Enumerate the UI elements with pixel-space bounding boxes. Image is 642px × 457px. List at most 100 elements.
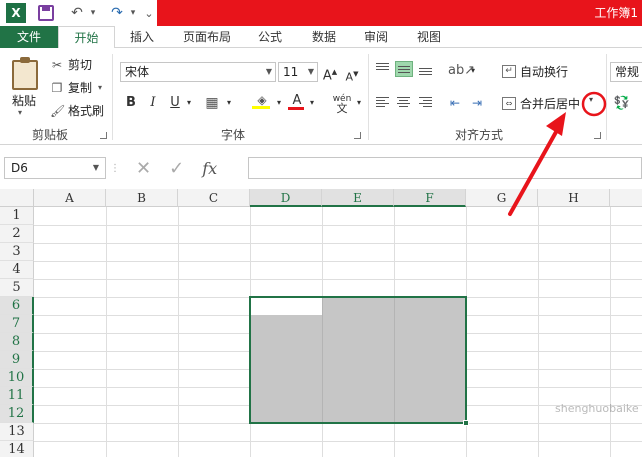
tab-review[interactable]: 审阅 [358, 26, 394, 48]
bold-button[interactable]: B [124, 94, 138, 112]
undo-dropdown-icon[interactable]: ▾ [88, 3, 98, 23]
format-painter-button[interactable]: 🖌 格式刷 [50, 102, 104, 119]
font-color-button[interactable]: A [288, 94, 306, 112]
insert-function-icon[interactable]: fx [202, 159, 217, 178]
enter-icon[interactable]: ✓ [169, 158, 184, 179]
row-header-14[interactable]: 14 [0, 441, 34, 457]
row-header-1[interactable]: 1 [0, 207, 34, 225]
row-header-3[interactable]: 3 [0, 243, 34, 261]
tab-insert[interactable]: 插入 [122, 26, 162, 48]
font-name-select[interactable]: 宋体 ▼ [120, 62, 276, 82]
column-header-e[interactable]: E [322, 189, 394, 207]
align-center-icon[interactable] [395, 95, 413, 111]
tab-home[interactable]: 开始 [58, 26, 115, 49]
phonetic-dropdown-icon[interactable]: ▾ [354, 94, 364, 112]
tab-file[interactable]: 文件 [0, 26, 58, 48]
underline-button[interactable]: U [168, 94, 182, 112]
accounting-format-icon[interactable]: 💱 [612, 95, 632, 113]
paste-dropdown-icon[interactable]: ▾ [18, 108, 22, 117]
redo-icon[interactable]: ↷ [108, 3, 126, 23]
align-middle-icon[interactable] [395, 61, 413, 77]
fill-color-dropdown-icon[interactable]: ▾ [274, 94, 284, 112]
align-left-icon[interactable] [374, 95, 392, 111]
row-header-6[interactable]: 6 [0, 297, 34, 315]
decrease-indent-icon[interactable]: ⇤ [446, 94, 464, 112]
tab-data[interactable]: 数据 [306, 26, 342, 48]
wrap-text-button[interactable]: ↵ 自动换行 [502, 63, 568, 80]
chevron-down-icon[interactable]: ▼ [93, 158, 99, 178]
title-bar: X ↶ ▾ ↷ ▾ ⌄ 工作簿1 [0, 0, 642, 26]
cut-button[interactable]: ✂ 剪切 [50, 56, 92, 73]
orientation-dropdown-icon[interactable]: ▾ [468, 62, 478, 80]
copy-icon: ❐ [51, 80, 63, 95]
row-header-7[interactable]: 7 [0, 315, 34, 333]
save-icon[interactable] [38, 5, 54, 21]
fill-handle[interactable] [463, 420, 469, 426]
row-header-2[interactable]: 2 [0, 225, 34, 243]
merge-cells-icon: ⇔ [502, 97, 516, 110]
formula-bar: D6 ▼ ⋮ ✕ ✓ fx [0, 152, 642, 182]
font-color-dropdown-icon[interactable]: ▾ [307, 94, 317, 112]
worksheet-grid[interactable]: A B C D E F G H 1 2 3 4 5 6 7 8 9 10 11 … [0, 189, 642, 457]
ribbon: 粘贴 ▾ ✂ 剪切 ❐ 复制 ▾ 🖌 格式刷 剪贴板 宋体 ▼ 11 ▼ A▲ A▼ B I… [0, 48, 642, 145]
row-header-4[interactable]: 4 [0, 261, 34, 279]
font-launcher-icon[interactable] [354, 132, 361, 139]
column-header-partial[interactable] [610, 189, 642, 207]
name-box[interactable]: D6 ▼ [4, 157, 106, 179]
merge-center-button[interactable]: ⇔ 合并后居中 [502, 95, 580, 112]
row-header-11[interactable]: 11 [0, 387, 34, 405]
gridline [34, 243, 642, 244]
select-all-corner[interactable] [0, 189, 34, 207]
column-header-d[interactable]: D [250, 189, 322, 207]
number-format-select[interactable]: 常规 [610, 62, 642, 82]
align-top-icon[interactable] [374, 61, 392, 77]
column-header-h[interactable]: H [538, 189, 610, 207]
watermark: shenghuobaike [555, 402, 639, 415]
tab-page-layout[interactable]: 页面布局 [178, 26, 236, 48]
alignment-launcher-icon[interactable] [594, 132, 601, 139]
border-dropdown-icon[interactable]: ▾ [224, 94, 234, 112]
border-icon[interactable]: ▦ [202, 94, 222, 112]
font-size-select[interactable]: 11 ▼ [278, 62, 318, 82]
fill-color-button[interactable]: ◈ [252, 94, 272, 112]
align-right-icon[interactable] [417, 95, 435, 111]
customize-qat-icon[interactable]: ⌄ [144, 3, 154, 23]
row-header-13[interactable]: 13 [0, 423, 34, 441]
clipboard-launcher-icon[interactable] [100, 132, 107, 139]
paste-icon[interactable] [12, 57, 38, 90]
align-bottom-icon[interactable] [417, 61, 435, 77]
tab-formulas[interactable]: 公式 [252, 26, 288, 48]
grow-font-button[interactable]: A▲ [322, 63, 338, 83]
row-header-8[interactable]: 8 [0, 333, 34, 351]
cancel-icon[interactable]: ✕ [136, 158, 151, 179]
row-header-5[interactable]: 5 [0, 279, 34, 297]
chevron-down-icon: ▼ [265, 67, 272, 76]
row-header-9[interactable]: 9 [0, 351, 34, 369]
column-header-c[interactable]: C [178, 189, 250, 207]
alignment-group-label: 对齐方式 [455, 128, 504, 142]
italic-button[interactable]: I [146, 94, 160, 112]
row-header-12[interactable]: 12 [0, 405, 34, 423]
group-divider [606, 54, 607, 140]
group-divider [368, 54, 369, 140]
copy-button[interactable]: ❐ 复制 ▾ [50, 79, 102, 96]
gridline [34, 225, 642, 226]
paste-button[interactable]: 粘贴 [12, 92, 36, 109]
merge-center-dropdown-icon[interactable]: ▾ [589, 95, 593, 104]
column-header-b[interactable]: B [106, 189, 178, 207]
column-header-f[interactable]: F [394, 189, 466, 207]
shrink-font-button[interactable]: A▼ [344, 65, 360, 84]
column-header-g[interactable]: G [466, 189, 538, 207]
column-header-a[interactable]: A [34, 189, 106, 207]
undo-icon[interactable]: ↶ [68, 3, 86, 23]
tab-view[interactable]: 视图 [411, 26, 447, 48]
increase-indent-icon[interactable]: ⇥ [468, 94, 486, 112]
redo-dropdown-icon[interactable]: ▾ [128, 3, 138, 23]
orientation-icon[interactable]: ab↗ [448, 62, 475, 80]
row-header-10[interactable]: 10 [0, 369, 34, 387]
gridline [610, 207, 611, 457]
formula-input[interactable] [248, 157, 642, 179]
underline-dropdown-icon[interactable]: ▾ [184, 94, 194, 112]
copy-dropdown-icon[interactable]: ▾ [98, 83, 102, 92]
phonetic-button[interactable]: wén 文 [330, 94, 354, 114]
